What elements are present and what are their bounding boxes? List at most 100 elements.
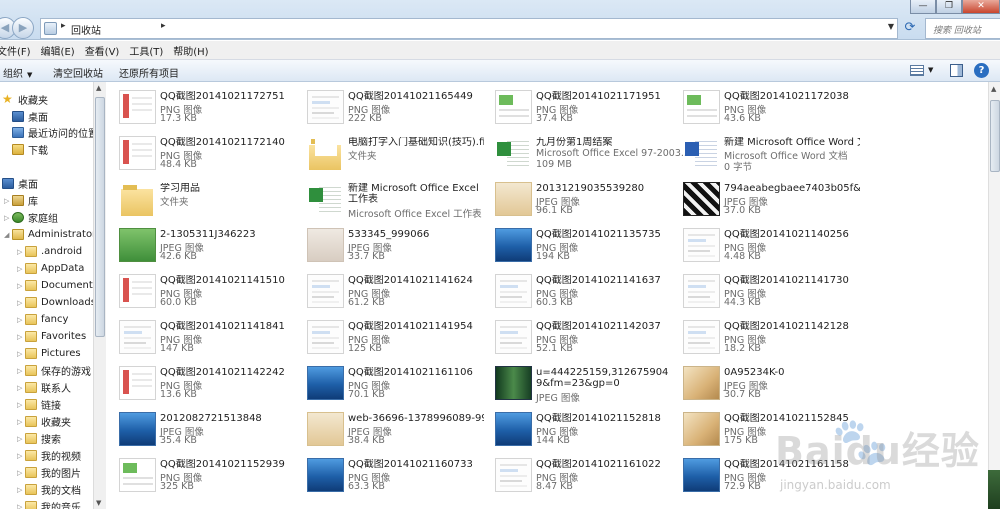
menu-view[interactable]: 查看(V) xyxy=(85,43,120,58)
sidebar-item-user-folder[interactable]: ▷ AppData xyxy=(17,260,84,277)
file-tile[interactable]: 新建 Microsoft Office Excel 工作表 Microsoft O… xyxy=(295,178,482,222)
file-tile[interactable]: QQ截图20141021160733 PNG 图像 63.3 KB xyxy=(295,454,481,498)
forward-button[interactable]: ▶ xyxy=(12,17,34,39)
expand-arrow-icon[interactable]: ▷ xyxy=(17,316,25,324)
sidebar-item-user-folder[interactable]: ▷ .android xyxy=(17,243,82,260)
file-tile[interactable]: QQ截图20141021141624 PNG 图像 61.2 KB xyxy=(295,270,481,314)
expand-arrow-icon[interactable]: ▷ xyxy=(17,452,25,460)
menu-file[interactable]: 文件(F) xyxy=(0,43,31,58)
address-bar[interactable]: ▸ 回收站 ▸ ▼ xyxy=(40,18,898,39)
file-tile[interactable]: 学习用品 文件夹 xyxy=(107,178,293,222)
minimize-button[interactable]: — xyxy=(910,0,936,14)
file-tile[interactable]: QQ截图20141021152845 PNG 图像 175 KB xyxy=(671,408,857,452)
sidebar-item-user-folder[interactable]: ▷ Documents xyxy=(17,277,98,294)
sidebar-favorites[interactable]: ★ 收藏夹 xyxy=(2,91,48,108)
file-tile[interactable]: 2012082721513848 JPEG 图像 35.4 KB xyxy=(107,408,293,452)
file-tile[interactable]: QQ截图20141021161106 PNG 图像 70.1 KB xyxy=(295,362,481,406)
expand-arrow-icon[interactable]: ▷ xyxy=(17,401,25,409)
breadcrumb-arrow-icon[interactable]: ▸ xyxy=(161,21,166,31)
menu-help[interactable]: 帮助(H) xyxy=(173,43,208,58)
expand-arrow-icon[interactable]: ▷ xyxy=(17,503,25,509)
file-tile[interactable]: QQ截图20141021152818 PNG 图像 144 KB xyxy=(483,408,669,452)
file-tile[interactable]: QQ截图20141021141730 PNG 图像 44.3 KB xyxy=(671,270,857,314)
expand-arrow-icon[interactable]: ▷ xyxy=(17,333,25,341)
content-scrollbar[interactable]: ▲ xyxy=(988,82,1000,509)
expand-arrow-icon[interactable]: ▷ xyxy=(17,486,25,494)
file-tile[interactable]: QQ截图20141021142128 PNG 图像 18.2 KB xyxy=(671,316,857,360)
collapse-arrow-icon[interactable]: ◢ xyxy=(4,231,12,239)
file-tile[interactable]: 533345_999066 JPEG 图像 33.7 KB xyxy=(295,224,481,268)
navigation-scrollbar[interactable]: ▲ ▼ xyxy=(93,82,106,509)
sidebar-item-user-folder[interactable]: ▷ Pictures xyxy=(17,345,81,362)
expand-arrow-icon[interactable]: ▷ xyxy=(17,350,25,358)
sidebar-item-user-folder[interactable]: ▷ 我的视频 xyxy=(17,447,81,464)
breadcrumb-arrow-icon[interactable]: ▸ xyxy=(61,21,66,31)
expand-arrow-icon[interactable]: ▷ xyxy=(17,435,25,443)
breadcrumb-location[interactable]: 回收站 xyxy=(71,22,101,37)
menu-tools[interactable]: 工具(T) xyxy=(129,43,163,58)
file-tile[interactable]: QQ截图20141021142242 PNG 图像 13.6 KB xyxy=(107,362,293,406)
scroll-up-icon[interactable]: ▲ xyxy=(96,84,101,92)
expand-arrow-icon[interactable]: ▷ xyxy=(17,265,25,273)
file-tile[interactable]: 2-1305311J346223 JPEG 图像 42.6 KB xyxy=(107,224,293,268)
close-button[interactable]: ✕ xyxy=(962,0,1000,14)
view-options-chevron-icon[interactable]: ▼ xyxy=(928,66,933,74)
file-tile[interactable]: QQ截图20141021141637 PNG 图像 60.3 KB xyxy=(483,270,669,314)
file-tile[interactable]: 794aeabegbaee7403b05f&690JPEG 图像37.0 KB xyxy=(671,178,860,222)
search-input[interactable]: 搜索 回收站 xyxy=(925,18,1000,39)
sidebar-item-user-folder[interactable]: ▷ 链接 xyxy=(17,396,61,413)
file-tile[interactable]: QQ截图20141021140256 PNG 图像 4.48 KB xyxy=(671,224,857,268)
sidebar-item-user-folder[interactable]: ▷ 联系人 xyxy=(17,379,71,396)
sidebar-item-user-folder[interactable]: ▷ 我的文档 xyxy=(17,481,81,498)
scrollbar-thumb[interactable] xyxy=(95,97,105,337)
expand-arrow-icon[interactable]: ▷ xyxy=(17,299,25,307)
organize-button[interactable]: 组织 ▼ xyxy=(3,65,32,80)
sidebar-item-libraries[interactable]: ▷ 库 xyxy=(4,192,38,209)
scroll-up-icon[interactable]: ▲ xyxy=(991,85,996,93)
file-tile[interactable]: QQ截图20141021161022 PNG 图像 8.47 KB xyxy=(483,454,669,498)
restore-all-button[interactable]: 还原所有项目 xyxy=(119,65,179,80)
change-view-icon[interactable] xyxy=(910,65,924,76)
file-tile[interactable]: web-36696-1378996089-9927JPEG 图像38.4 KB xyxy=(295,408,484,452)
menu-edit[interactable]: 编辑(E) xyxy=(41,43,75,58)
file-tile[interactable]: 0A95234K-0 JPEG 图像 30.7 KB xyxy=(671,362,857,406)
sidebar-desktop-root[interactable]: 桌面 xyxy=(2,175,38,192)
scroll-down-icon[interactable]: ▼ xyxy=(96,499,101,507)
expand-arrow-icon[interactable]: ▷ xyxy=(17,282,25,290)
file-tile[interactable]: QQ截图20141021171951 PNG 图像 37.4 KB xyxy=(483,86,669,130)
expand-arrow-icon[interactable]: ▷ xyxy=(4,197,12,205)
sidebar-item-user-folder[interactable]: ▷ 我的音乐 xyxy=(17,498,81,509)
file-tile[interactable]: 新建 Microsoft Office Word 文档Microsoft Off… xyxy=(671,132,860,176)
sidebar-item-user-folder[interactable]: ▷ 保存的游戏 xyxy=(17,362,91,379)
sidebar-item-user-folder[interactable]: ▷ Favorites xyxy=(17,328,86,345)
file-tile[interactable]: QQ截图20141021135735 PNG 图像 194 KB xyxy=(483,224,669,268)
file-tile[interactable]: QQ截图20141021161158 PNG 图像 72.9 KB xyxy=(671,454,857,498)
file-tile[interactable]: QQ截图20141021165449 PNG 图像 222 KB xyxy=(295,86,481,130)
file-tile[interactable]: QQ截图20141021141954 PNG 图像 125 KB xyxy=(295,316,481,360)
file-tile[interactable]: QQ截图20141021142037 PNG 图像 52.1 KB xyxy=(483,316,669,360)
sidebar-item-user-folder[interactable]: ▷ 搜索 xyxy=(17,430,61,447)
sidebar-item-recent-places[interactable]: 最近访问的位置 xyxy=(12,124,98,141)
sidebar-item-user-folder[interactable]: ▷ Downloads xyxy=(17,294,96,311)
file-tile[interactable]: QQ截图20141021141510 PNG 图像 60.0 KB xyxy=(107,270,293,314)
expand-arrow-icon[interactable]: ▷ xyxy=(17,248,25,256)
scrollbar-thumb[interactable] xyxy=(990,100,1000,172)
file-tile[interactable]: QQ截图20141021172038 PNG 图像 43.6 KB xyxy=(671,86,857,130)
sidebar-item-homegroup[interactable]: ▷ 家庭组 xyxy=(4,209,58,226)
file-tile[interactable]: QQ截图20141021172751 PNG 图像 17.3 KB xyxy=(107,86,293,130)
sidebar-item-user-folder[interactable]: ▷ 收藏夹 xyxy=(17,413,71,430)
file-tile[interactable]: 九月份第1周结案 Microsoft Office Excel 97-2003..… xyxy=(483,132,690,176)
preview-pane-icon[interactable] xyxy=(950,64,963,77)
expand-arrow-icon[interactable]: ▷ xyxy=(17,384,25,392)
maximize-button[interactable]: ❐ xyxy=(936,0,962,14)
refresh-icon[interactable]: ⟳ xyxy=(900,18,920,39)
address-dropdown-icon[interactable]: ▼ xyxy=(888,22,894,31)
file-tile[interactable]: QQ截图20141021141841 PNG 图像 147 KB xyxy=(107,316,293,360)
file-tile[interactable]: 20131219035539280 JPEG 图像 96.1 KB xyxy=(483,178,669,222)
file-tile[interactable]: 电脑打字入门基础知识(技巧).files 文件夹 xyxy=(295,132,484,176)
expand-arrow-icon[interactable]: ▷ xyxy=(17,418,25,426)
file-tile[interactable]: u=444225159,3126759049&fm=23&gp=0 JPEG 图像 xyxy=(483,362,669,406)
expand-arrow-icon[interactable]: ▷ xyxy=(17,469,25,477)
file-tile[interactable]: QQ截图20141021172140 PNG 图像 48.4 KB xyxy=(107,132,293,176)
sidebar-item-downloads[interactable]: 下载 xyxy=(12,141,48,158)
